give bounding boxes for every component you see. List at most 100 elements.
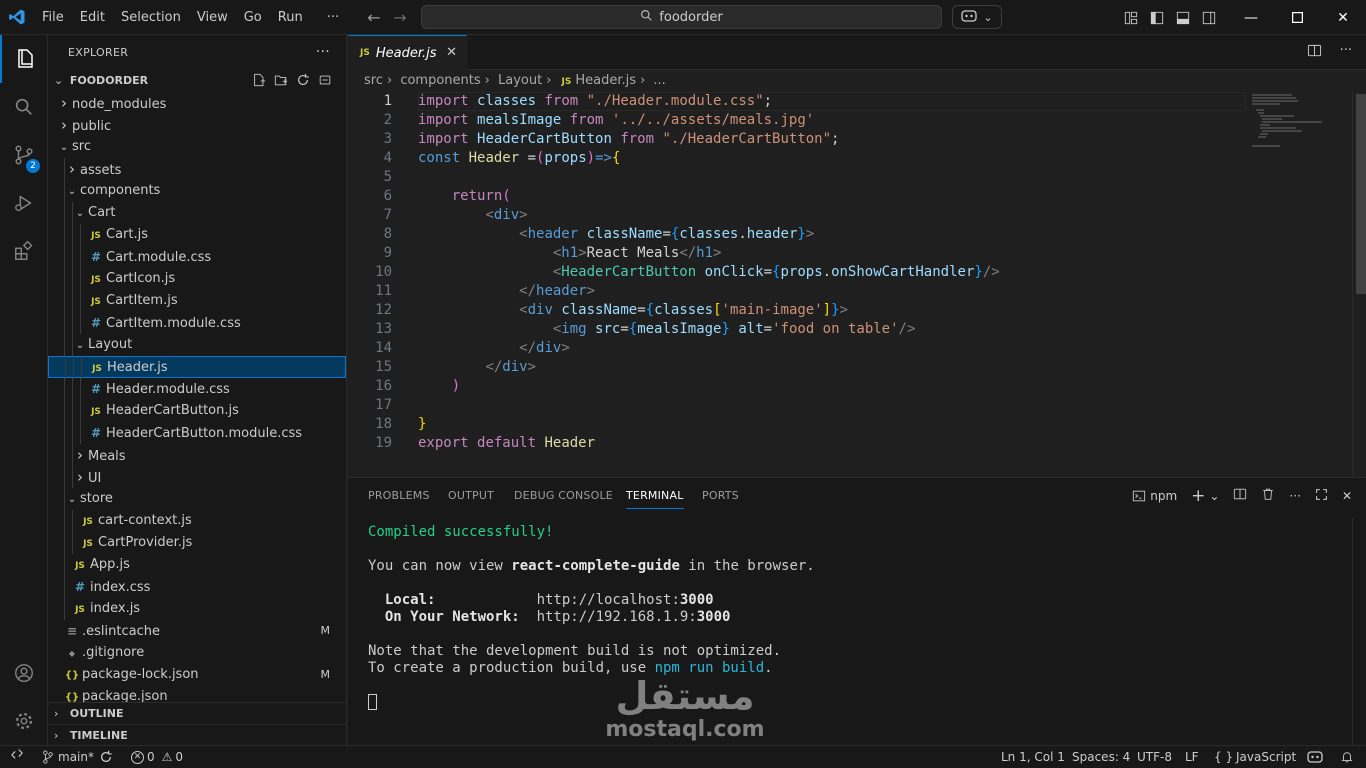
breadcrumb-item[interactable]: src xyxy=(364,73,383,88)
breadcrumb-item[interactable]: Header.js xyxy=(575,73,636,88)
minimap[interactable] xyxy=(1248,92,1348,152)
copilot-status-icon[interactable] xyxy=(1307,746,1323,768)
tree-file[interactable]: JS Header.js xyxy=(48,356,346,379)
tree-file[interactable]: JS CartIcon.js xyxy=(48,268,346,290)
end-of-line[interactable]: LF xyxy=(1185,746,1199,768)
tree-file[interactable]: {} package-lock.json M xyxy=(48,664,346,686)
account-icon[interactable] xyxy=(0,649,48,697)
outline-section[interactable]: › OUTLINE xyxy=(48,702,346,724)
tree-folder[interactable]: › node_modules xyxy=(48,92,346,114)
tree-folder[interactable]: ⌄ src xyxy=(48,136,346,158)
workspace-folder-header[interactable]: ⌄ FOODORDER xyxy=(48,70,346,92)
tree-file[interactable]: JS CartItem.js xyxy=(48,290,346,312)
toggle-panel-icon[interactable] xyxy=(1170,0,1196,35)
close-window-icon[interactable]: ✕ xyxy=(1320,0,1366,35)
tree-file[interactable]: ◆ .gitignore xyxy=(48,642,346,664)
menu-file[interactable]: File xyxy=(34,0,72,35)
breadcrumb-item[interactable]: ... xyxy=(653,73,665,88)
tree-folder[interactable]: ⌄ Layout xyxy=(48,334,346,356)
terminal-scrollbar[interactable] xyxy=(1352,518,1366,746)
tree-folder[interactable]: ⌄ components xyxy=(48,180,346,202)
run-debug-icon[interactable] xyxy=(0,179,48,227)
tree-file[interactable]: # Cart.module.css xyxy=(48,246,346,268)
tree-folder[interactable]: › UI xyxy=(48,466,346,488)
command-center-search[interactable]: foodorder xyxy=(421,5,942,29)
editor-scrollbar[interactable] xyxy=(1352,92,1366,476)
tree-file[interactable]: ≡ .eslintcache M xyxy=(48,620,346,642)
indent-guide xyxy=(80,312,81,334)
notifications-bell-icon[interactable] xyxy=(1340,746,1354,768)
timeline-section[interactable]: › TIMELINE xyxy=(48,724,346,745)
menu-selection[interactable]: Selection xyxy=(113,0,189,35)
tree-file[interactable]: JS Cart.js xyxy=(48,224,346,246)
sync-icon[interactable] xyxy=(99,746,113,768)
tree-folder[interactable]: › assets xyxy=(48,158,346,180)
split-terminal-icon[interactable] xyxy=(1233,487,1247,504)
close-icon[interactable]: ✕ xyxy=(446,45,457,60)
extensions-icon[interactable] xyxy=(0,227,48,275)
tab-problems[interactable]: PROBLEMS xyxy=(368,478,430,513)
tab-ports[interactable]: PORTS xyxy=(702,478,739,513)
cursor-position[interactable]: Ln 1, Col 1 xyxy=(1001,746,1065,768)
toggle-secondary-sidebar-icon[interactable] xyxy=(1196,0,1222,35)
tree-file[interactable]: # HeaderCartButton.module.css xyxy=(48,422,346,444)
encoding[interactable]: UTF-8 xyxy=(1137,746,1172,768)
tab-terminal[interactable]: TERMINAL xyxy=(626,478,684,513)
breadcrumb-item[interactable]: Layout xyxy=(498,73,542,88)
trash-icon[interactable] xyxy=(1261,487,1275,504)
settings-gear-icon[interactable] xyxy=(0,697,48,745)
explorer-icon[interactable] xyxy=(0,35,48,83)
tree-folder[interactable]: ⌄ store xyxy=(48,488,346,510)
split-editor-icon[interactable] xyxy=(1307,43,1322,62)
tree-file[interactable]: JS HeaderCartButton.js xyxy=(48,400,346,422)
tab-output[interactable]: OUTPUT xyxy=(448,478,494,513)
tree-folder[interactable]: › public xyxy=(48,114,346,136)
more-actions-icon[interactable]: ··· xyxy=(1340,43,1352,62)
tree-file[interactable]: # CartItem.module.css xyxy=(48,312,346,334)
tree-file[interactable]: # Header.module.css xyxy=(48,378,346,400)
toggle-primary-sidebar-icon[interactable] xyxy=(1144,0,1170,35)
more-actions-icon[interactable]: ··· xyxy=(316,35,330,70)
more-actions-icon[interactable]: ··· xyxy=(1289,489,1300,503)
code-editor[interactable]: 1 import classes from "./Header.module.cs… xyxy=(348,92,1366,453)
tree-file[interactable]: JS index.js xyxy=(48,598,346,620)
menu-go[interactable]: Go xyxy=(236,0,270,35)
menu-run[interactable]: Run xyxy=(270,0,311,35)
tree-file[interactable]: # index.css xyxy=(48,576,346,598)
tab-debug-console[interactable]: DEBUG CONSOLE xyxy=(514,478,613,513)
tree-file[interactable]: JS App.js xyxy=(48,554,346,576)
source-control-icon[interactable]: 2 xyxy=(0,131,48,179)
terminal-cursor xyxy=(368,694,377,710)
terminal-shell-selector[interactable]: npm xyxy=(1132,489,1177,503)
indentation[interactable]: Spaces: 4 xyxy=(1072,746,1130,768)
forward-arrow-icon[interactable]: → xyxy=(387,8,413,27)
new-terminal-icon[interactable]: + xyxy=(1191,486,1205,506)
menu-view[interactable]: View xyxy=(189,0,236,35)
local-url[interactable]: http://localhost: xyxy=(537,592,680,608)
copilot-button[interactable]: ⌄ xyxy=(952,5,1002,29)
tab-header-js[interactable]: JS Header.js ✕ xyxy=(348,35,467,70)
tree-file[interactable]: JS cart-context.js xyxy=(48,510,346,532)
remote-indicator[interactable] xyxy=(10,746,24,768)
network-url[interactable]: http://192.168.1.9: xyxy=(537,609,697,625)
problems-indicator[interactable]: ✕ 0 ⚠ 0 xyxy=(131,746,183,768)
menu-edit[interactable]: Edit xyxy=(72,0,113,35)
css-file-icon: # xyxy=(74,580,86,594)
tree-file[interactable]: JS CartProvider.js xyxy=(48,532,346,554)
minimize-icon[interactable]: — xyxy=(1228,0,1274,35)
customize-layout-icon[interactable] xyxy=(1118,0,1144,35)
tree-folder[interactable]: › Meals xyxy=(48,444,346,466)
chevron-down-icon[interactable]: ⌄ xyxy=(1209,489,1219,503)
menu-more[interactable]: ··· xyxy=(319,0,347,35)
breadcrumb-item[interactable]: components xyxy=(400,73,480,88)
search-icon[interactable] xyxy=(0,83,48,131)
git-branch[interactable]: main* xyxy=(42,746,94,768)
maximize-icon[interactable] xyxy=(1274,0,1320,35)
language-status-braces[interactable]: { } xyxy=(1214,746,1233,768)
language-mode[interactable]: JavaScript xyxy=(1236,746,1296,768)
maximize-panel-icon[interactable] xyxy=(1315,488,1328,504)
tree-folder[interactable]: ⌄ Cart xyxy=(48,202,346,224)
back-arrow-icon[interactable]: ← xyxy=(361,8,387,27)
scrollbar-thumb[interactable] xyxy=(1356,94,1366,294)
close-panel-icon[interactable]: ✕ xyxy=(1342,489,1352,503)
